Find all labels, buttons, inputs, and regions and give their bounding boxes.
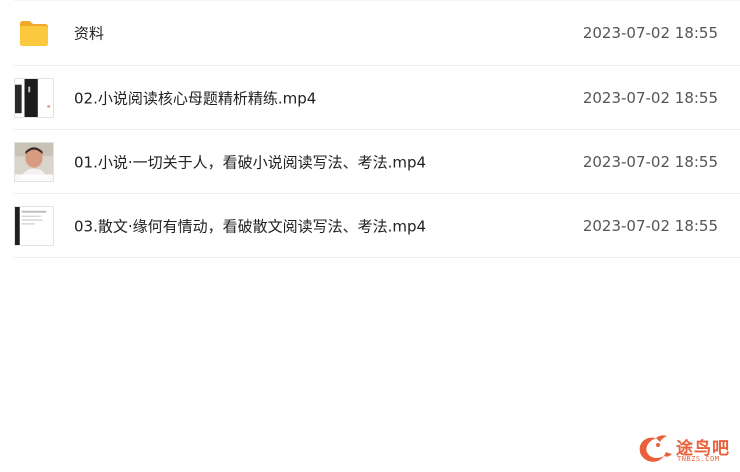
video-thumbnail-icon <box>14 141 54 182</box>
file-name: 02.小说阅读核心母题精析精练.mp4 <box>74 89 317 107</box>
file-row-video[interactable]: 02.小说阅读核心母题精析精练.mp4 2023-07-02 18:55 <box>14 66 740 130</box>
watermark-subtext: TNBZS.COM <box>677 455 720 463</box>
video-thumbnail-icon <box>14 77 54 118</box>
file-name: 01.小说·一切关于人，看破小说阅读写法、考法.mp4 <box>74 153 427 171</box>
file-row-video[interactable]: 01.小说·一切关于人，看破小说阅读写法、考法.mp4 2023-07-02 1… <box>14 130 740 194</box>
file-date: 2023-07-02 18:55 <box>582 24 718 42</box>
file-row-video[interactable]: 03.散文·缘何有情动，看破散文阅读写法、考法.mp4 2023-07-02 1… <box>14 194 740 258</box>
video-thumbnail-icon <box>14 205 54 246</box>
file-date: 2023-07-02 18:55 <box>582 152 718 171</box>
file-name: 资料 <box>74 24 105 43</box>
file-name: 03.散文·缘何有情动，看破散文阅读写法、考法.mp4 <box>74 217 427 235</box>
file-date: 2023-07-02 18:55 <box>582 88 718 107</box>
watermark-logo: 途鸟吧 TNBZS.COM <box>634 432 734 468</box>
file-list: 资料 2023-07-02 18:55 02.小说阅读核心母题精析精练.mp4 … <box>14 0 740 258</box>
file-date: 2023-07-02 18:55 <box>582 216 718 235</box>
bird-logo-icon <box>639 435 672 462</box>
file-row-folder[interactable]: 资料 2023-07-02 18:55 <box>14 0 740 66</box>
folder-icon <box>20 21 48 46</box>
